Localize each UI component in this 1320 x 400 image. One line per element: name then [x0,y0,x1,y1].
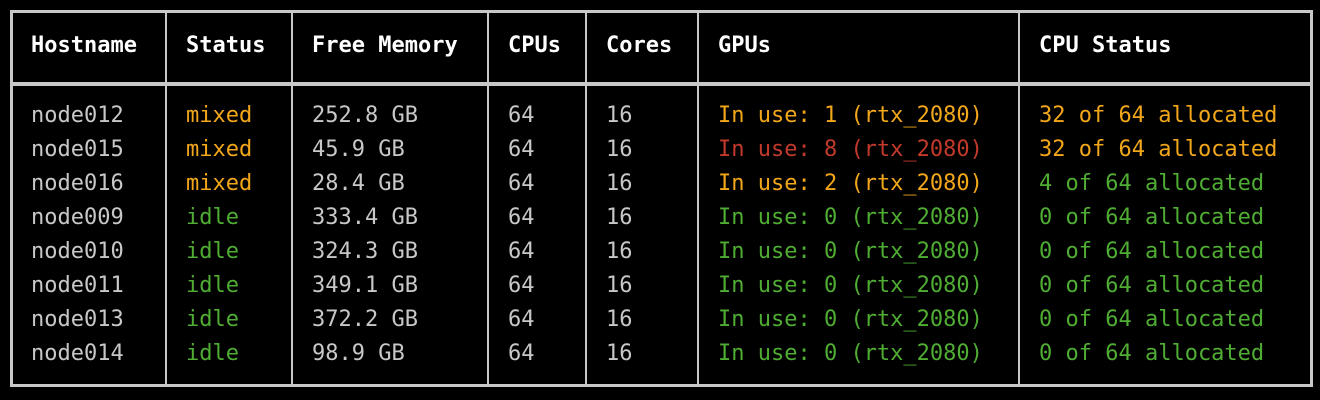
node-status-table: Hostname Status Free Memory CPUs Cores G… [10,10,1313,387]
free-memory-cell: 324.3 GB [312,239,418,264]
gpus-cell: In use: 0 (rtx_2080) [718,341,983,366]
table-row: node009 idle 333.4 GB 64 16 In use: 0 (r… [13,201,1310,235]
table-row: node016 mixed 28.4 GB 64 16 In use: 2 (r… [13,167,1310,201]
cpu-status-cell: 0 of 64 allocated [1039,341,1265,366]
cpu-status-cell: 0 of 64 allocated [1039,239,1265,264]
gpus-cell: In use: 0 (rtx_2080) [718,307,983,332]
header-free-memory: Free Memory [312,33,458,58]
table-row: node010 idle 324.3 GB 64 16 In use: 0 (r… [13,235,1310,269]
cores-cell: 16 [606,307,633,332]
cpu-status-cell: 0 of 64 allocated [1039,307,1265,332]
status-cell: mixed [186,171,253,196]
cpus-cell: 64 [508,205,535,230]
cores-cell: 16 [606,103,633,128]
table-row: node012 mixed 252.8 GB 64 16 In use: 1 (… [13,99,1310,133]
cores-cell: 16 [606,239,633,264]
header-hostname: Hostname [31,33,137,58]
table-body: node012 mixed 252.8 GB 64 16 In use: 1 (… [13,99,1310,371]
status-cell: idle [186,341,239,366]
gpus-cell: In use: 0 (rtx_2080) [718,273,983,298]
status-cell: mixed [186,103,253,128]
table-row: node013 idle 372.2 GB 64 16 In use: 0 (r… [13,303,1310,337]
status-cell: idle [186,239,239,264]
hostname-cell: node014 [31,341,124,366]
gpus-cell: In use: 0 (rtx_2080) [718,205,983,230]
cores-cell: 16 [606,341,633,366]
free-memory-cell: 98.9 GB [312,341,405,366]
free-memory-cell: 372.2 GB [312,307,418,332]
header-gpus: GPUs [718,33,771,58]
hostname-cell: node009 [31,205,124,230]
hostname-cell: node011 [31,273,124,298]
hostname-cell: node015 [31,137,124,162]
status-cell: idle [186,307,239,332]
cores-cell: 16 [606,205,633,230]
hostname-cell: node013 [31,307,124,332]
table-row: node015 mixed 45.9 GB 64 16 In use: 8 (r… [13,133,1310,167]
gpus-cell: In use: 1 (rtx_2080) [718,103,983,128]
status-cell: idle [186,205,239,230]
cpu-status-cell: 32 of 64 allocated [1039,137,1278,162]
cpu-status-cell: 32 of 64 allocated [1039,103,1278,128]
hostname-cell: node012 [31,103,124,128]
cpus-cell: 64 [508,341,535,366]
status-cell: mixed [186,137,253,162]
cores-cell: 16 [606,137,633,162]
free-memory-cell: 45.9 GB [312,137,405,162]
cpu-status-cell: 0 of 64 allocated [1039,205,1265,230]
free-memory-cell: 333.4 GB [312,205,418,230]
cores-cell: 16 [606,273,633,298]
table-row: node011 idle 349.1 GB 64 16 In use: 0 (r… [13,269,1310,303]
cpu-status-cell: 0 of 64 allocated [1039,273,1265,298]
header-cores: Cores [606,33,673,58]
gpus-cell: In use: 0 (rtx_2080) [718,239,983,264]
status-cell: idle [186,273,239,298]
hostname-cell: node016 [31,171,124,196]
header-cpu-status: CPU Status [1039,33,1172,58]
hostname-cell: node010 [31,239,124,264]
cores-cell: 16 [606,171,633,196]
free-memory-cell: 349.1 GB [312,273,418,298]
free-memory-cell: 252.8 GB [312,103,418,128]
cpus-cell: 64 [508,273,535,298]
table-row: node014 idle 98.9 GB 64 16 In use: 0 (rt… [13,337,1310,371]
cpus-cell: 64 [508,239,535,264]
free-memory-cell: 28.4 GB [312,171,405,196]
cpus-cell: 64 [508,307,535,332]
cpus-cell: 64 [508,137,535,162]
gpus-cell: In use: 2 (rtx_2080) [718,171,983,196]
header-cpus: CPUs [508,33,561,58]
table-header: Hostname Status Free Memory CPUs Cores G… [13,13,1310,86]
header-status: Status [186,33,266,58]
cpus-cell: 64 [508,171,535,196]
cpu-status-cell: 4 of 64 allocated [1039,171,1265,196]
gpus-cell: In use: 8 (rtx_2080) [718,137,983,162]
cpus-cell: 64 [508,103,535,128]
